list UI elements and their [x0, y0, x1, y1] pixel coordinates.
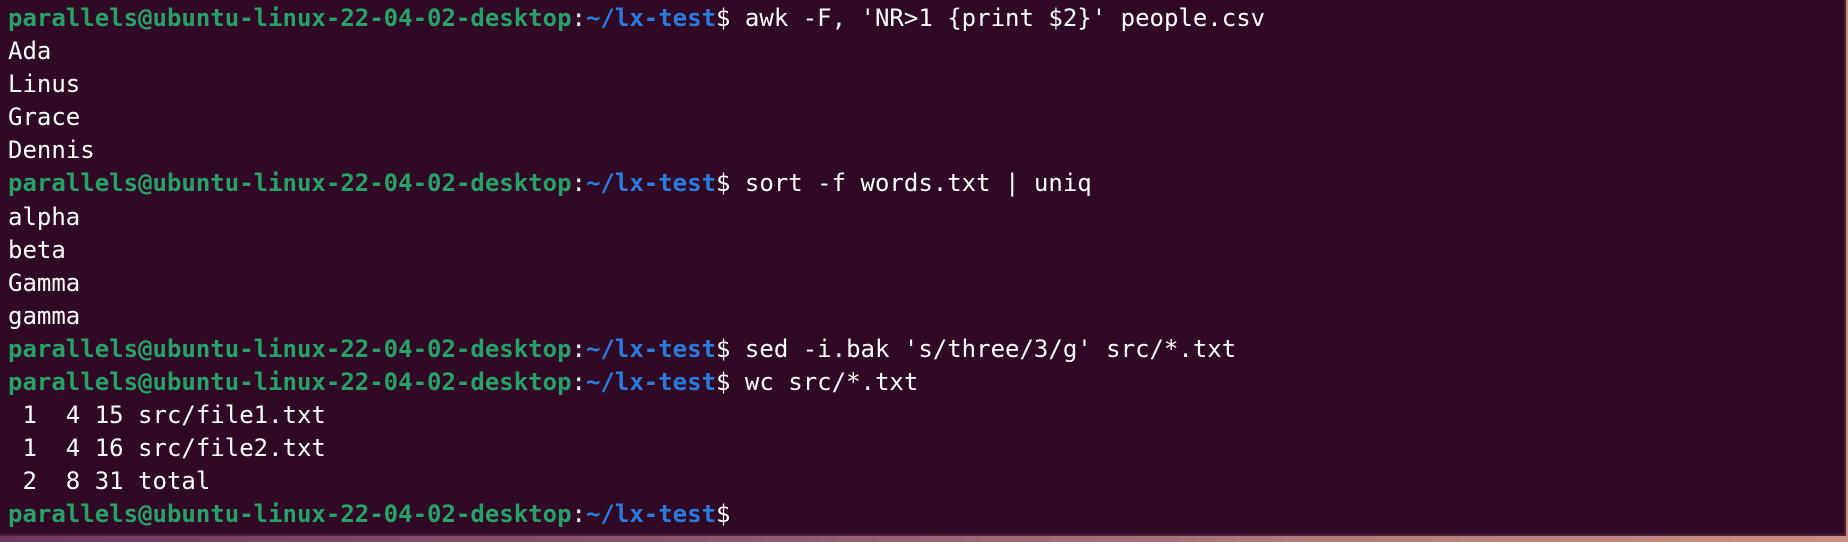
prompt-separator: : — [571, 4, 586, 32]
output-text: Gamma — [8, 268, 81, 297]
prompt-line: parallels@ubuntu-linux-22-04-02-desktop:… — [8, 167, 1838, 200]
prompt-path: ~/lx-test — [585, 169, 717, 198]
prompt-user-host: parallels@ubuntu-linux-22-04-02-desktop — [8, 169, 572, 198]
prompt-separator: : — [571, 500, 586, 529]
output-line: 1 4 15 src/file1.txt — [8, 399, 1838, 432]
terminal-screen[interactable]: parallels@ubuntu-linux-22-04-02-desktop:… — [8, 2, 1838, 532]
command-text: sort -f words.txt | uniq — [730, 169, 1092, 198]
prompt-user-host: parallels@ubuntu-linux-22-04-02-desktop — [8, 334, 572, 363]
output-line: Gamma — [8, 267, 1838, 300]
prompt-symbol: $ — [716, 334, 731, 363]
prompt-separator: : — [571, 368, 586, 397]
output-text: 1 4 15 src/file1.txt — [8, 401, 326, 430]
prompt-line: parallels@ubuntu-linux-22-04-02-desktop:… — [8, 333, 1838, 366]
output-text: beta — [8, 235, 66, 264]
prompt-line: parallels@ubuntu-linux-22-04-02-desktop:… — [8, 2, 1838, 35]
prompt-user-host: parallels@ubuntu-linux-22-04-02-desktop — [8, 4, 572, 32]
output-line: Grace — [8, 101, 1838, 134]
output-text: gamma — [8, 301, 81, 330]
output-line: Dennis — [8, 134, 1838, 167]
prompt-symbol: $ — [716, 4, 731, 32]
prompt-path: ~/lx-test — [585, 368, 717, 397]
output-text: Ada — [8, 37, 52, 66]
output-text: 1 4 16 src/file2.txt — [8, 434, 326, 463]
prompt-path: ~/lx-test — [585, 4, 717, 32]
prompt-user-host: parallels@ubuntu-linux-22-04-02-desktop — [8, 368, 572, 397]
output-text: Grace — [8, 103, 81, 132]
output-line: Linus — [8, 68, 1838, 101]
prompt-user-host: parallels@ubuntu-linux-22-04-02-desktop — [8, 500, 572, 529]
output-text: Linus — [8, 70, 81, 99]
cursor — [730, 500, 743, 526]
output-line: gamma — [8, 300, 1838, 333]
terminal-window[interactable]: parallels@ubuntu-linux-22-04-02-desktop:… — [0, 0, 1846, 536]
output-text: alpha — [8, 202, 81, 231]
prompt-path: ~/lx-test — [585, 334, 717, 363]
prompt-separator: : — [571, 334, 586, 363]
command-text: wc src/*.txt — [730, 368, 919, 397]
output-line: beta — [8, 234, 1838, 267]
prompt-symbol: $ — [716, 500, 731, 529]
output-line: 1 4 16 src/file2.txt — [8, 432, 1838, 465]
prompt-separator: : — [571, 169, 586, 198]
prompt-path: ~/lx-test — [585, 500, 717, 529]
output-line: alpha — [8, 201, 1838, 234]
command-text: awk -F, 'NR>1 {print $2}' people.csv — [730, 4, 1266, 32]
prompt-line: parallels@ubuntu-linux-22-04-02-desktop:… — [8, 498, 1838, 531]
output-text: 2 8 31 total — [8, 467, 211, 496]
prompt-symbol: $ — [716, 169, 731, 198]
command-text: sed -i.bak 's/three/3/g' src/*.txt — [730, 334, 1237, 363]
prompt-symbol: $ — [716, 368, 731, 397]
output-line: 2 8 31 total — [8, 465, 1838, 498]
prompt-line: parallels@ubuntu-linux-22-04-02-desktop:… — [8, 366, 1838, 399]
output-line: Ada — [8, 35, 1838, 68]
output-text: Dennis — [8, 136, 95, 165]
